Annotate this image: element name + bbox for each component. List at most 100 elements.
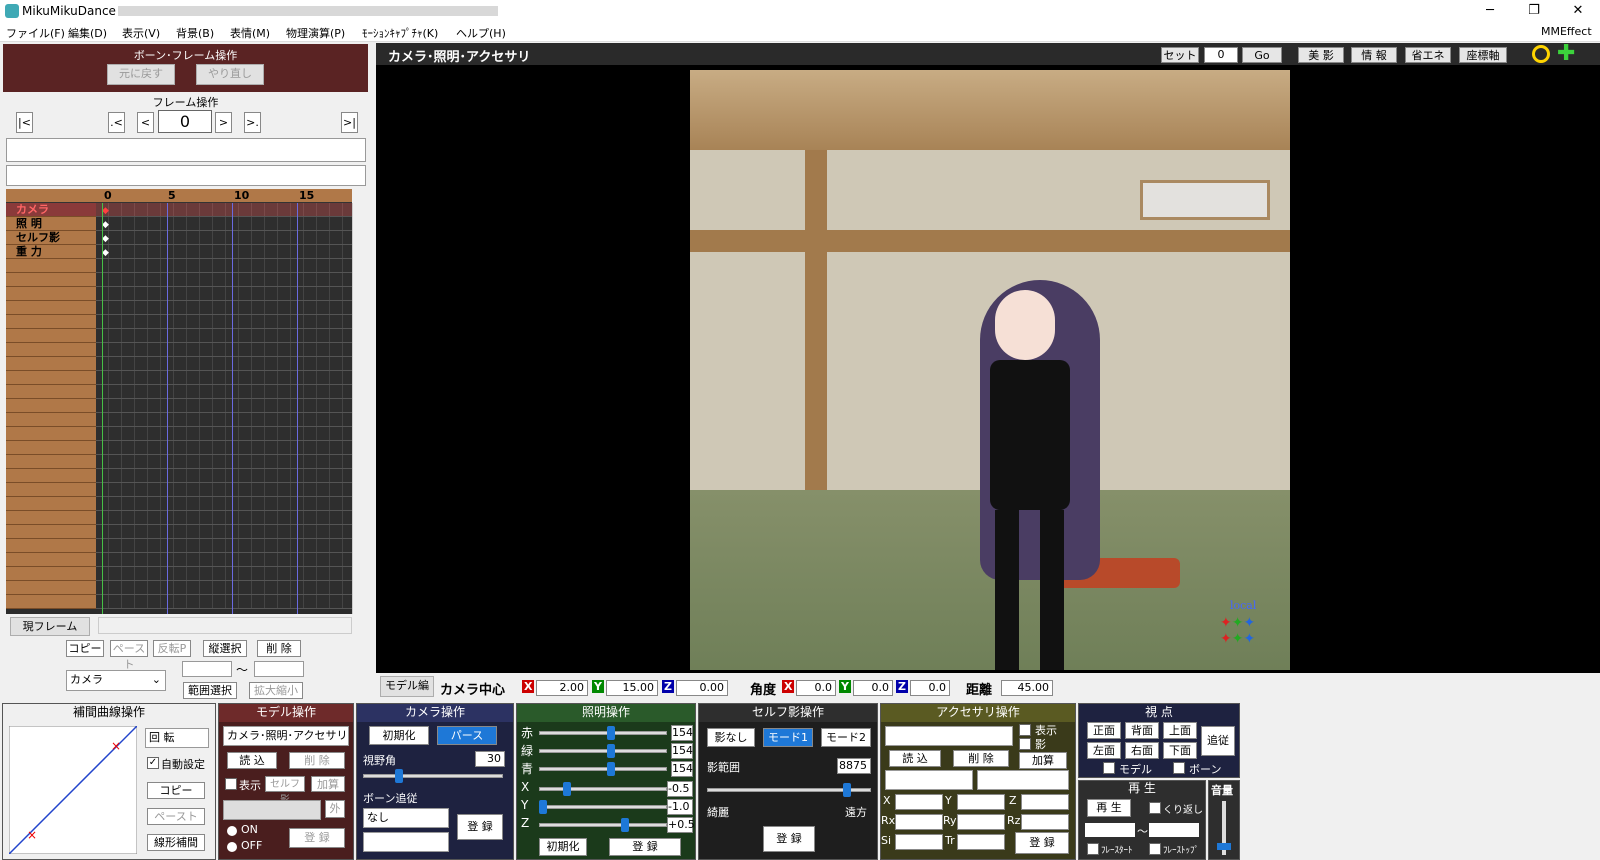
- light-x-knob[interactable]: [563, 782, 571, 796]
- green-field[interactable]: 154: [671, 743, 693, 759]
- range-start-input[interactable]: [182, 661, 232, 677]
- acc-y-field[interactable]: [957, 794, 1005, 810]
- axis-gizmo-icon[interactable]: ✦✦✦ ✦✦✦: [1220, 615, 1280, 655]
- fov-slider[interactable]: [363, 774, 503, 778]
- restore-button[interactable]: ❐: [1512, 0, 1556, 22]
- light-z-knob[interactable]: [621, 818, 629, 832]
- timeline-row[interactable]: [6, 511, 356, 525]
- acc-shadow-checkbox[interactable]: [1019, 738, 1031, 750]
- model-add-button[interactable]: 加算: [311, 776, 345, 792]
- green-knob[interactable]: [607, 744, 615, 758]
- acc-tr-field[interactable]: [957, 834, 1005, 850]
- light-x-field[interactable]: -0.5: [667, 781, 693, 797]
- acc-register-button[interactable]: 登 録: [1015, 832, 1069, 854]
- back-view-button[interactable]: 背面: [1125, 722, 1159, 739]
- 3d-scene-view[interactable]: local ✦✦✦ ✦✦✦: [690, 70, 1290, 670]
- model-register-button[interactable]: 登 録: [289, 828, 345, 848]
- angle-z-field[interactable]: 0.0: [910, 680, 950, 696]
- perspective-button[interactable]: パース: [437, 726, 497, 745]
- timeline-row[interactable]: [6, 455, 356, 469]
- auto-set-checkbox[interactable]: ✓: [147, 757, 159, 769]
- center-y-field[interactable]: 15.00: [606, 680, 658, 696]
- timeline-row-label[interactable]: 重 力: [6, 245, 96, 259]
- acc-si-field[interactable]: [895, 834, 943, 850]
- copy-button[interactable]: コピー: [66, 640, 104, 657]
- timeline[interactable]: 0 5 10 15 カメラ ◆ 照 明 ◆ セルフ影 ◆ 重 力 ◆: [6, 189, 356, 614]
- timeline-row-cells[interactable]: [96, 595, 356, 609]
- set-button[interactable]: セット: [1161, 47, 1199, 63]
- timeline-row-label[interactable]: セルフ影: [6, 231, 96, 245]
- timeline-row-label[interactable]: [6, 427, 96, 441]
- center-x-field[interactable]: 2.00: [536, 680, 588, 696]
- timeline-row-cells[interactable]: [96, 315, 356, 329]
- acc-bone-sub-select[interactable]: [977, 770, 1069, 790]
- timeline-row-label[interactable]: [6, 413, 96, 427]
- vertical-select-button[interactable]: 縦選択: [203, 640, 247, 657]
- timeline-row-label[interactable]: [6, 329, 96, 343]
- timeline-row-cells[interactable]: [96, 357, 356, 371]
- timeline-row[interactable]: [6, 441, 356, 455]
- timeline-row-cells[interactable]: [96, 553, 356, 567]
- timeline-row-cells[interactable]: [96, 427, 356, 441]
- shadow-range-field[interactable]: 8875: [837, 758, 871, 774]
- close-button[interactable]: ✕: [1556, 0, 1600, 22]
- timeline-row-cells[interactable]: [96, 567, 356, 581]
- timeline-row[interactable]: [6, 273, 356, 287]
- acc-load-button[interactable]: 読 込: [889, 750, 941, 767]
- model-edit-button[interactable]: モデル編: [380, 676, 434, 697]
- timeline-row-cells[interactable]: [96, 413, 356, 427]
- timeline-row[interactable]: 照 明 ◆: [6, 217, 356, 231]
- shadow-register-button[interactable]: 登 録: [763, 826, 815, 852]
- play-button[interactable]: 再 生: [1087, 799, 1131, 817]
- view-model-checkbox[interactable]: [1103, 762, 1115, 774]
- timeline-row-cells[interactable]: [96, 329, 356, 343]
- timeline-row-cells[interactable]: [96, 287, 356, 301]
- menu-physics[interactable]: 物理演算(P): [286, 25, 345, 41]
- zoom-icon[interactable]: [1532, 45, 1550, 63]
- model-select-dropdown[interactable]: カメラ ⌄: [66, 670, 166, 691]
- left-view-button[interactable]: 左面: [1087, 742, 1121, 759]
- interp-curve-graph[interactable]: × ×: [9, 726, 137, 854]
- shadow-mode1-button[interactable]: モード1: [763, 728, 813, 747]
- timeline-row-cells[interactable]: [96, 441, 356, 455]
- minimize-button[interactable]: ─: [1468, 0, 1512, 22]
- set-frame-input[interactable]: 0: [1204, 47, 1238, 63]
- model-show-checkbox[interactable]: [225, 778, 237, 790]
- light-register-button[interactable]: 登 録: [609, 838, 681, 856]
- light-z-slider[interactable]: [539, 823, 667, 827]
- bone-name-field-2[interactable]: [6, 165, 366, 186]
- first-frame-button[interactable]: |<: [16, 112, 33, 133]
- timeline-row-cells[interactable]: [96, 581, 356, 595]
- red-slider[interactable]: [539, 731, 667, 735]
- timeline-row[interactable]: [6, 581, 356, 595]
- menu-help[interactable]: ヘルプ(H): [456, 25, 506, 41]
- timeline-row-label[interactable]: [6, 315, 96, 329]
- beauty-shadow-button[interactable]: 美 影: [1298, 47, 1344, 63]
- volume-knob[interactable]: [1217, 843, 1231, 850]
- green-slider[interactable]: [539, 749, 667, 753]
- on-radio[interactable]: [227, 826, 237, 836]
- bone-name-field-1[interactable]: [6, 138, 366, 162]
- prev-frame-button[interactable]: <: [137, 112, 154, 133]
- menu-view[interactable]: 表示(V): [122, 25, 160, 41]
- timeline-row-cells[interactable]: [96, 497, 356, 511]
- timeline-row[interactable]: [6, 357, 356, 371]
- timeline-row-label[interactable]: [6, 301, 96, 315]
- timeline-row-label[interactable]: [6, 553, 96, 567]
- timeline-row-label[interactable]: [6, 259, 96, 273]
- axis-button[interactable]: 座標軸: [1459, 47, 1507, 63]
- timeline-row-label[interactable]: 照 明: [6, 217, 96, 231]
- menu-mmeffect[interactable]: MMEffect: [1541, 25, 1592, 38]
- timeline-row[interactable]: [6, 567, 356, 581]
- timeline-row[interactable]: [6, 399, 356, 413]
- menu-motion-capture[interactable]: ﾓｰｼｮﾝｷｬﾌﾟﾁｬ(K): [362, 25, 438, 41]
- timeline-row[interactable]: [6, 539, 356, 553]
- timeline-row-label[interactable]: [6, 441, 96, 455]
- timeline-row[interactable]: [6, 371, 356, 385]
- timeline-row-cells[interactable]: ◆: [96, 203, 356, 217]
- acc-x-field[interactable]: [895, 794, 943, 810]
- timeline-row[interactable]: [6, 469, 356, 483]
- interp-paste-button[interactable]: ペースト: [147, 808, 205, 825]
- self-shadow-button[interactable]: セルフ影: [265, 776, 305, 806]
- model-load-button[interactable]: 読 込: [227, 752, 277, 769]
